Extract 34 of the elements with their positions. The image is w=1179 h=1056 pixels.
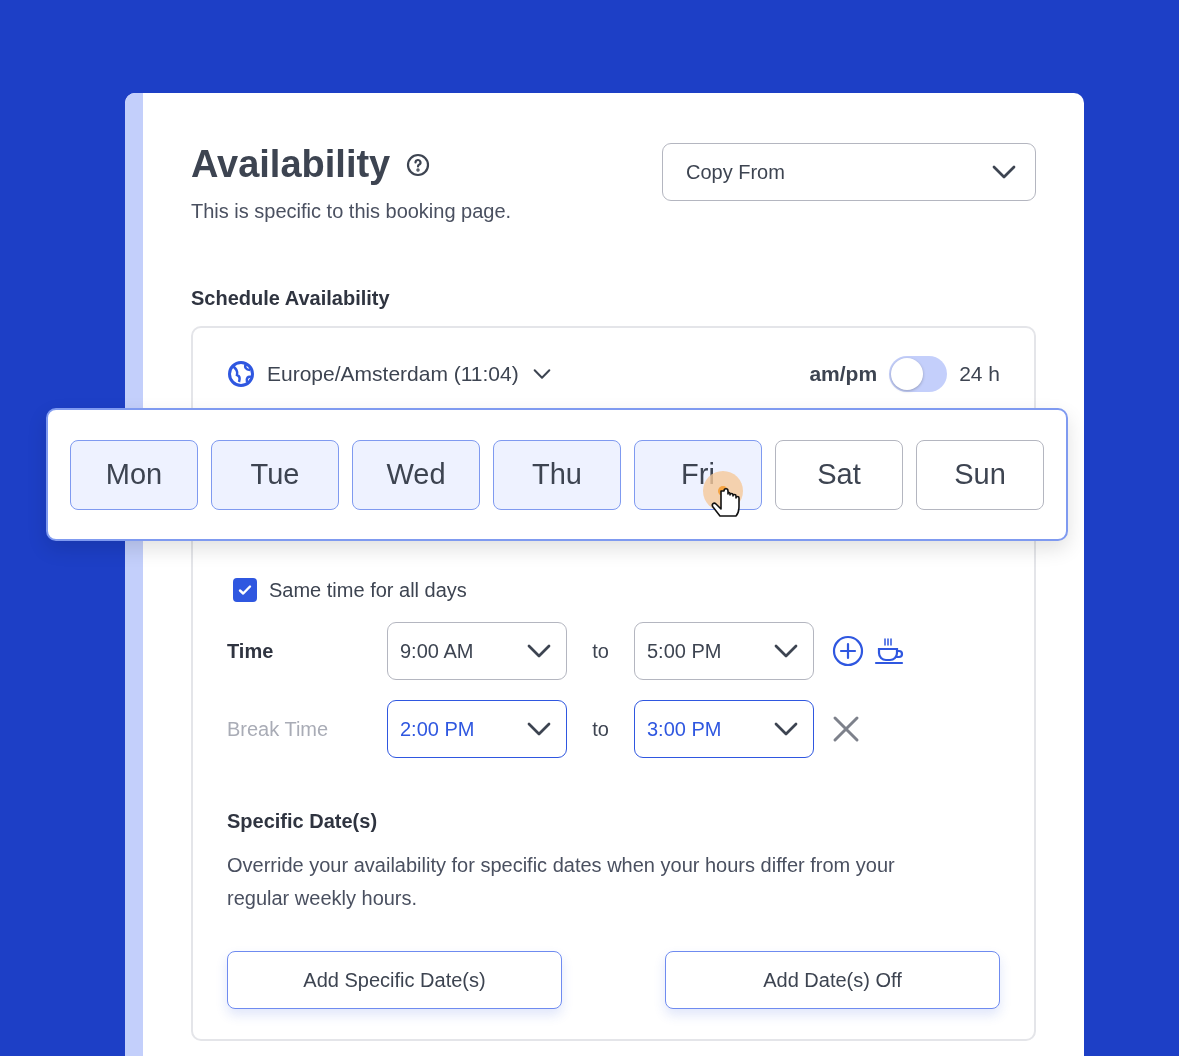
- add-icon[interactable]: [832, 635, 864, 667]
- format-label: 24 h: [959, 362, 1000, 386]
- format-label: am/pm: [809, 362, 878, 386]
- time-select[interactable]: 3:00 PM: [634, 700, 814, 758]
- copy-from-dropdown[interactable]: Copy From: [662, 143, 1036, 201]
- separator-label: to: [591, 717, 610, 741]
- day-toggle[interactable]: Tue: [211, 439, 339, 510]
- section-title: Specific Date(s): [227, 810, 379, 833]
- subtitle: This is specific to this booking page.: [191, 200, 512, 223]
- close-icon[interactable]: [832, 715, 860, 743]
- time-select[interactable]: 9:00 AM: [387, 622, 567, 680]
- coffee-cup-icon[interactable]: [874, 635, 906, 667]
- day-toggle[interactable]: Mon: [70, 439, 198, 510]
- separator-label: to: [591, 639, 610, 663]
- row-label: Time: [227, 639, 275, 663]
- checkbox-label: Same time for all days: [269, 578, 467, 602]
- page-title: Availability: [191, 143, 391, 186]
- description-text: Override your availability for specific dates when your hours differ from your regular weekly hours.: [227, 853, 896, 911]
- format-toggle[interactable]: [889, 356, 948, 392]
- help-icon[interactable]: [406, 152, 431, 177]
- add-date-button[interactable]: Add Date(s) Off: [665, 951, 1000, 1009]
- add-date-button[interactable]: Add Specific Date(s): [227, 951, 562, 1009]
- checkmark-icon: [237, 582, 253, 598]
- timezone-select[interactable]: Europe/Amsterdam (11:04): [227, 360, 553, 388]
- globe-icon: [227, 360, 255, 388]
- day-toggle[interactable]: Sun: [916, 439, 1044, 510]
- section-title: Schedule Availability: [191, 287, 391, 310]
- checkbox[interactable]: [233, 578, 257, 602]
- time-select[interactable]: 2:00 PM: [387, 700, 567, 758]
- day-toggle[interactable]: Thu: [493, 439, 621, 510]
- day-toggle[interactable]: Wed: [352, 439, 480, 510]
- day-toggle[interactable]: Sat: [775, 439, 903, 510]
- time-select[interactable]: 5:00 PM: [634, 622, 814, 680]
- row-label: Break Time: [227, 717, 330, 741]
